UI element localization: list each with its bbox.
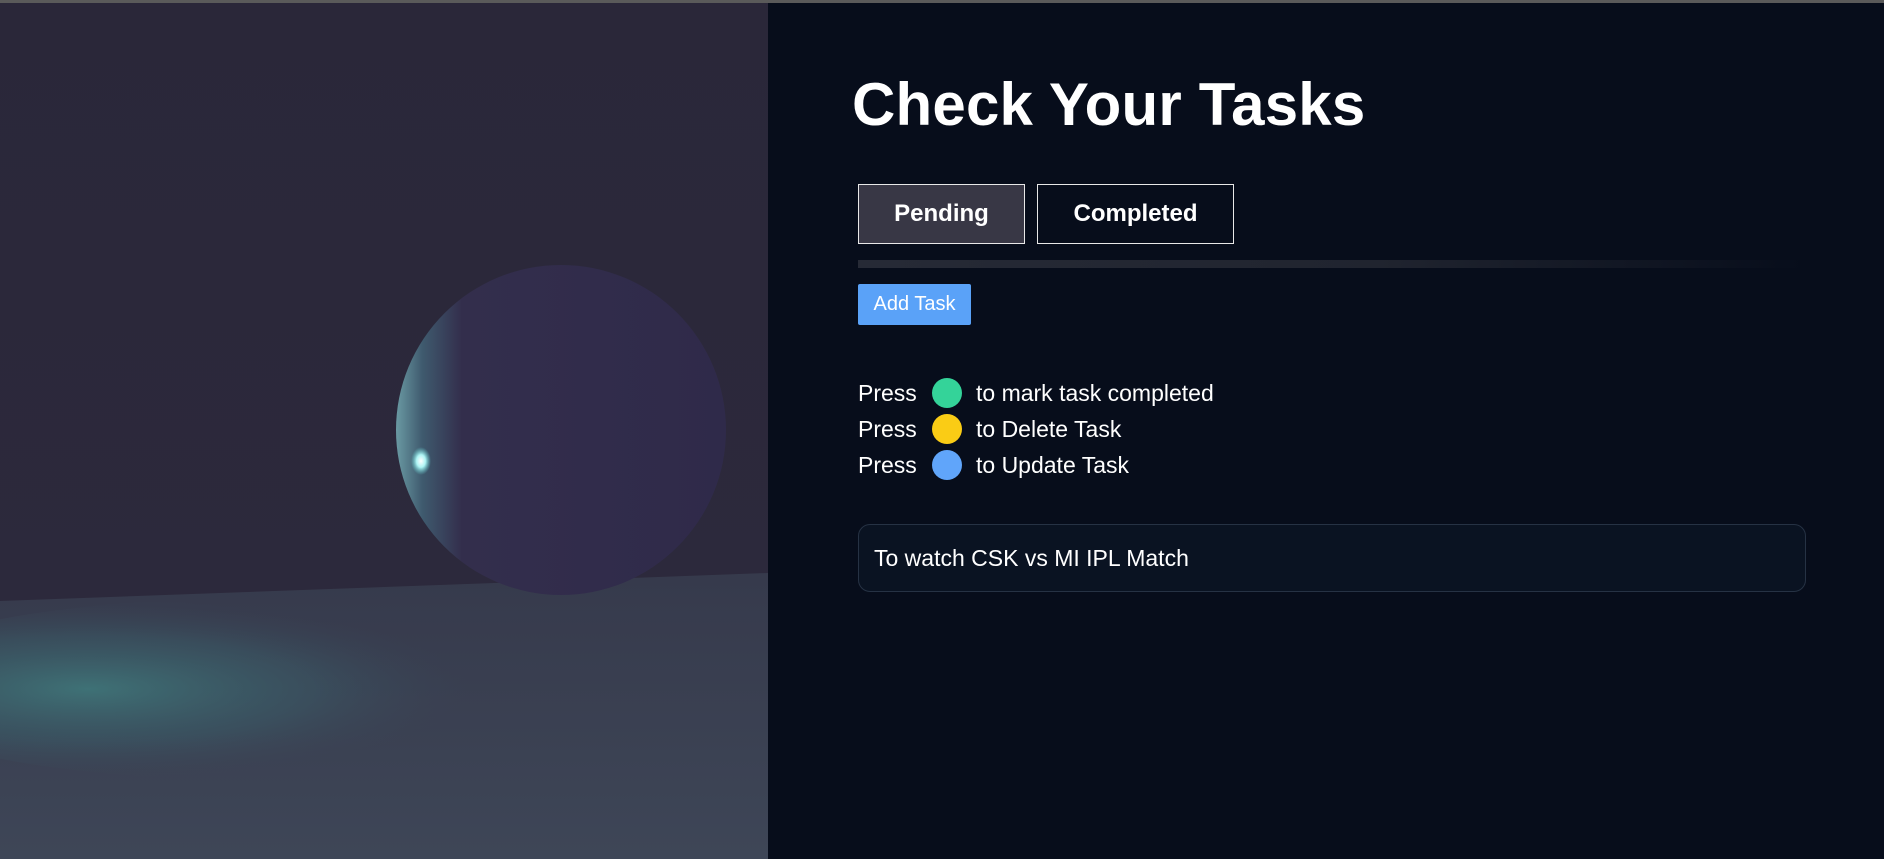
legend-press-label: Press bbox=[858, 415, 917, 442]
yellow-circle-icon bbox=[932, 414, 962, 444]
sphere-scene-illustration bbox=[0, 3, 768, 859]
sphere-highlight bbox=[411, 447, 431, 475]
task-item[interactable]: To watch CSK vs MI IPL Match bbox=[858, 524, 1806, 592]
tab-completed[interactable]: Completed bbox=[1037, 184, 1234, 244]
legend-row-complete: Press to mark task completed bbox=[858, 375, 1214, 411]
tab-pending[interactable]: Pending bbox=[858, 184, 1025, 244]
3d-scene-canvas[interactable] bbox=[0, 3, 768, 859]
legend-press-label: Press bbox=[858, 451, 917, 478]
legend-text: to mark task completed bbox=[976, 379, 1214, 406]
legend-text: to Update Task bbox=[976, 451, 1130, 478]
page-title: Check Your Tasks bbox=[852, 71, 1366, 138]
blue-circle-icon bbox=[932, 450, 962, 480]
action-legend: Press to mark task completed Press to De… bbox=[858, 375, 1214, 483]
tasks-panel: Check Your Tasks Pending Completed Add T… bbox=[768, 3, 1884, 859]
legend-text: to Delete Task bbox=[976, 415, 1122, 442]
task-text: To watch CSK vs MI IPL Match bbox=[874, 544, 1189, 571]
add-task-button[interactable]: Add Task bbox=[858, 284, 971, 325]
green-circle-icon bbox=[932, 378, 962, 408]
legend-press-label: Press bbox=[858, 379, 917, 406]
legend-row-update: Press to Update Task bbox=[858, 447, 1214, 483]
glass-sphere bbox=[396, 265, 726, 595]
legend-row-delete: Press to Delete Task bbox=[858, 411, 1214, 447]
tabs-divider bbox=[858, 260, 1803, 268]
task-filter-tabs: Pending Completed bbox=[858, 184, 1234, 244]
